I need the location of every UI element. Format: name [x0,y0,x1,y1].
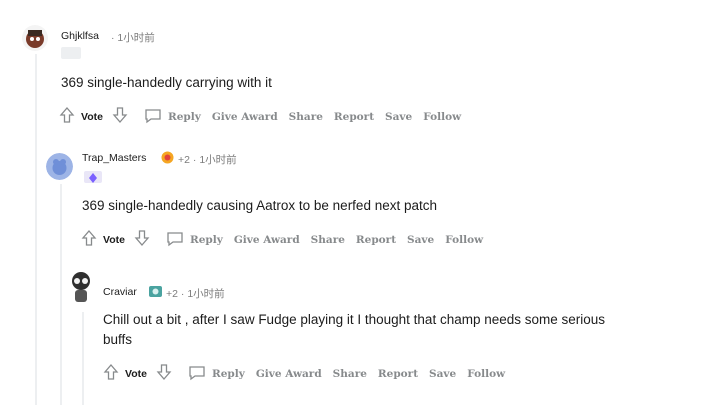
comment-body: Chill out a bit , after I saw Fudge play… [103,310,703,350]
save-button[interactable]: Save [385,111,412,123]
user-flair [84,171,102,183]
share-button[interactable]: Share [311,234,345,246]
give-award-button[interactable]: Give Award [212,111,278,123]
comment-actions: Vote Reply Give Award Share Report Save … [103,363,516,386]
username[interactable]: Ghjklfsa [61,30,99,42]
reply-bubble-icon [166,231,184,250]
comment-body: 369 single-handedly carrying with it [61,75,272,90]
downvote-arrow-icon[interactable] [156,363,172,386]
thread-line-1[interactable] [35,54,37,405]
report-button[interactable]: Report [334,111,374,123]
upvote-arrow-icon[interactable] [103,363,119,386]
comment-actions: Vote Reply Give Award Share Report Save … [81,229,494,252]
avatar[interactable] [22,25,48,51]
award-icon[interactable] [161,151,174,164]
give-award-button[interactable]: Give Award [234,234,300,246]
comment-actions: Vote Reply Give Award Share Report Save … [59,106,472,129]
upvote-arrow-icon[interactable] [81,229,97,252]
reply-bubble-icon [144,108,162,127]
downvote-arrow-icon[interactable] [112,106,128,129]
avatar[interactable] [67,269,95,303]
avatar[interactable] [46,153,73,180]
thread-line-3[interactable] [82,312,84,405]
follow-button[interactable]: Follow [423,111,461,123]
awards-count: +2 [178,154,190,166]
username[interactable]: Trap_Masters [82,152,146,164]
timestamp[interactable]: · 1小时前 [111,30,155,45]
follow-button[interactable]: Follow [445,234,483,246]
comment-body-line-1: Chill out a bit , after I saw Fudge play… [103,312,606,327]
report-button[interactable]: Report [356,234,396,246]
report-button[interactable]: Report [378,368,418,380]
vote-count: Vote [103,234,125,246]
save-button[interactable]: Save [429,368,456,380]
comment-body: 369 single-handedly causing Aatrox to be… [82,198,437,213]
share-button[interactable]: Share [289,111,323,123]
username[interactable]: Craviar [103,286,137,298]
comment-body-line-2: buffs [103,332,133,347]
thread-line-2[interactable] [60,184,62,405]
save-button[interactable]: Save [407,234,434,246]
reply-button[interactable]: Reply [166,231,223,250]
meta: +2 · 1小时前 [178,152,237,167]
upvote-arrow-icon[interactable] [59,106,75,129]
share-button[interactable]: Share [333,368,367,380]
vote-count: Vote [125,368,147,380]
meta: +2 · 1小时前 [166,286,225,301]
vote-count: Vote [81,111,103,123]
timestamp[interactable]: · 1小时前 [193,154,237,166]
reply-button[interactable]: Reply [188,365,245,384]
follow-button[interactable]: Follow [467,368,505,380]
give-award-button[interactable]: Give Award [256,368,322,380]
awards-count: +2 [166,288,178,300]
award-icon[interactable] [148,285,162,298]
reply-bubble-icon [188,365,206,384]
user-flair [61,47,81,59]
downvote-arrow-icon[interactable] [134,229,150,252]
timestamp[interactable]: · 1小时前 [181,288,225,300]
reply-button[interactable]: Reply [144,108,201,127]
